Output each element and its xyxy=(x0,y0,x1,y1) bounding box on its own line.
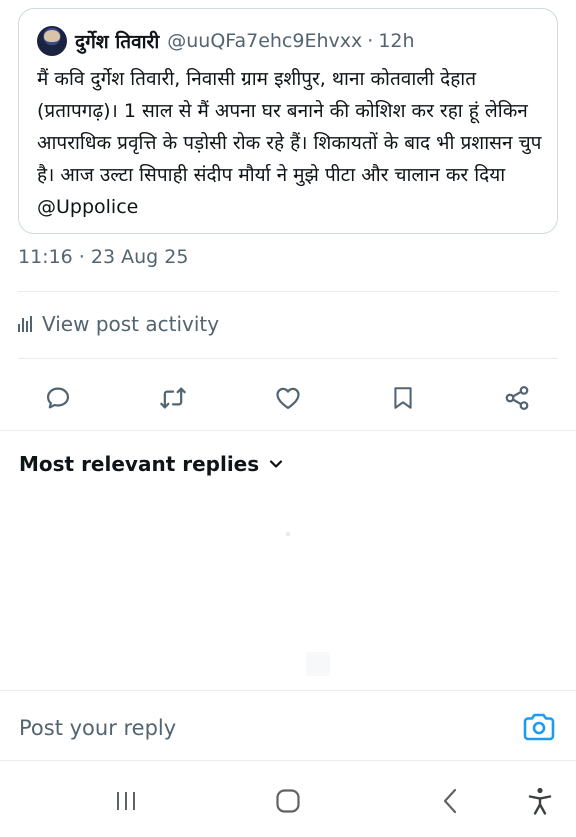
home-icon xyxy=(276,789,300,813)
quoted-author-name[interactable]: दुर्गेश तिवारी xyxy=(75,28,159,54)
like-button[interactable] xyxy=(268,378,308,418)
chevron-down-icon xyxy=(270,460,283,468)
quoted-author-handle[interactable]: @uuQFa7ehc9Ehvxx xyxy=(167,30,362,52)
avatar[interactable] xyxy=(37,26,67,56)
repost-button[interactable] xyxy=(153,378,193,418)
recent-apps-button[interactable] xyxy=(106,784,146,818)
divider xyxy=(18,358,558,359)
placeholder-tile xyxy=(306,652,330,676)
camera-icon xyxy=(523,713,555,741)
view-post-activity-label: View post activity xyxy=(42,312,220,336)
meta-separator: · xyxy=(367,30,374,52)
share-button[interactable] xyxy=(497,378,537,418)
recent-apps-icon xyxy=(117,792,135,810)
tweet-detail-screen: दुर्गेश तिवारी @uuQFa7ehc9Ehvxx · 12h मै… xyxy=(0,0,576,837)
system-navigation-bar xyxy=(0,770,576,837)
bookmark-button[interactable] xyxy=(383,378,423,418)
reply-button[interactable] xyxy=(38,378,78,418)
home-button[interactable] xyxy=(268,784,308,818)
back-button[interactable] xyxy=(430,784,470,818)
post-action-bar xyxy=(0,372,576,422)
reply-input[interactable]: Post your reply xyxy=(19,716,176,740)
back-icon xyxy=(443,788,457,814)
accessibility-icon xyxy=(528,787,552,815)
quoted-post-header: दुर्गेश तिवारी @uuQFa7ehc9Ehvxx · 12h xyxy=(37,25,541,57)
post-timestamp: 11:16 · 23 Aug 25 xyxy=(18,246,189,268)
divider xyxy=(0,760,576,761)
repost-icon xyxy=(160,387,186,409)
quoted-post-age: 12h xyxy=(378,30,415,52)
bookmark-icon xyxy=(394,387,412,409)
divider xyxy=(18,291,558,292)
quoted-post-card[interactable]: दुर्गेश तिवारी @uuQFa7ehc9Ehvxx · 12h मै… xyxy=(18,8,558,234)
loading-indicator xyxy=(286,532,290,536)
share-icon xyxy=(505,386,529,410)
like-icon xyxy=(276,387,300,410)
camera-button[interactable] xyxy=(522,712,556,742)
quoted-post-text: मैं कवि दुर्गेश तिवारी, निवासी ग्राम इशी… xyxy=(37,68,542,218)
replies-sort-label: Most relevant replies xyxy=(19,452,260,476)
reply-composer: Post your reply xyxy=(0,690,576,760)
divider xyxy=(0,430,576,431)
replies-sort-dropdown[interactable]: Most relevant replies xyxy=(19,452,283,476)
accessibility-button[interactable] xyxy=(520,784,560,818)
reply-icon xyxy=(46,387,70,409)
view-post-activity-link[interactable]: View post activity xyxy=(18,312,219,336)
activity-bars-icon xyxy=(18,316,32,332)
